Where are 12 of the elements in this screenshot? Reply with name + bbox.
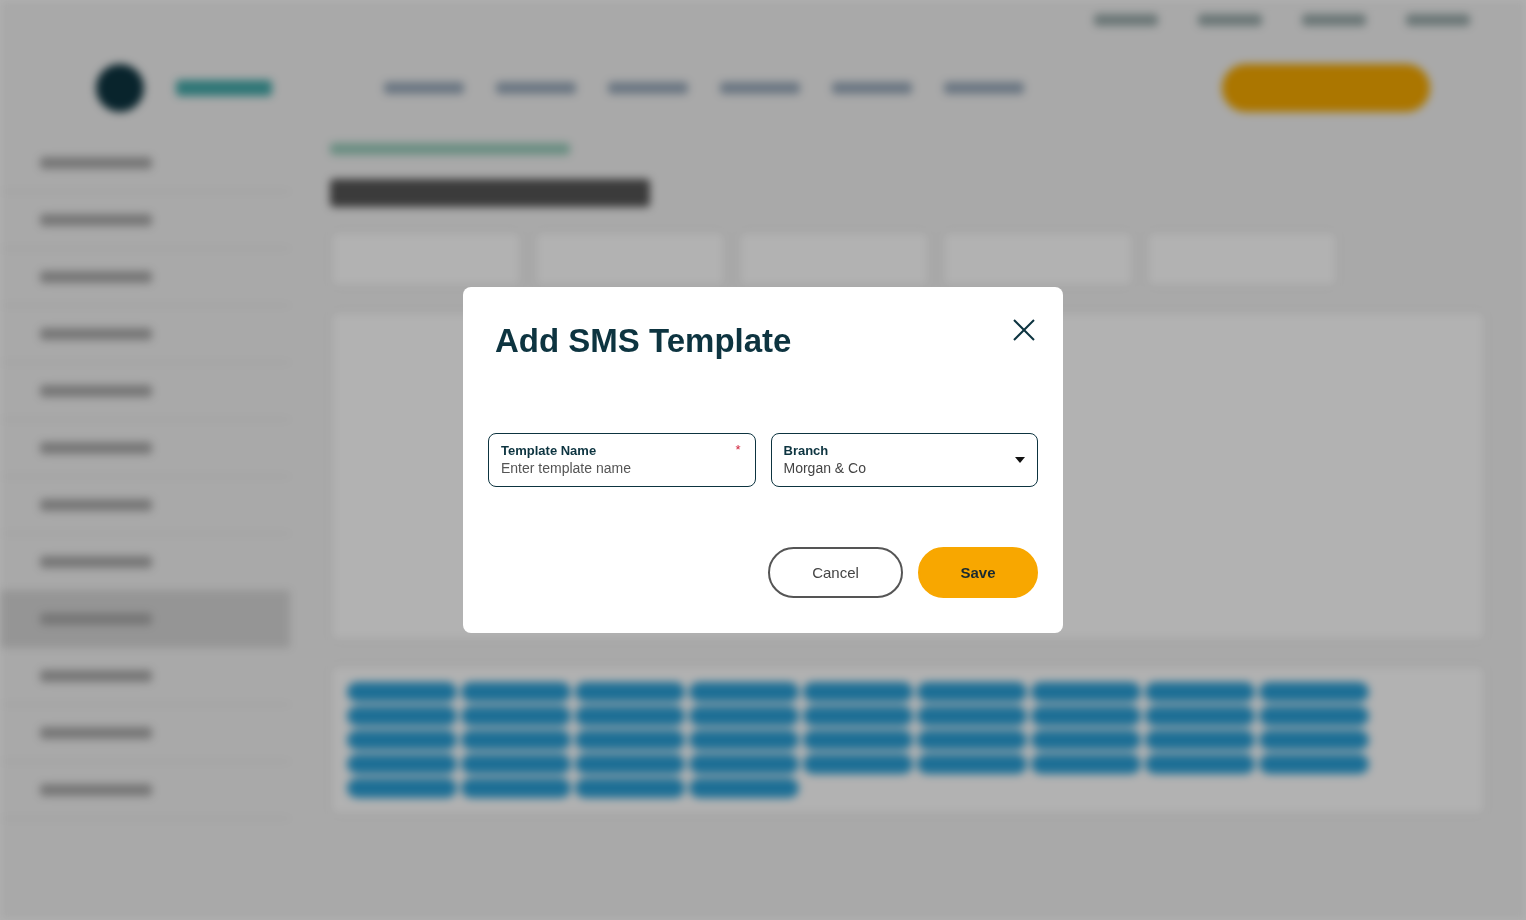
field-label: Branch xyxy=(783,443,829,460)
dialog-title: Add SMS Template xyxy=(495,321,792,361)
text-input[interactable]: Enter template name xyxy=(501,459,682,478)
save-button[interactable]: Save xyxy=(918,547,1038,599)
cancel-button[interactable]: Cancel xyxy=(768,547,903,599)
close-icon[interactable] xyxy=(1012,318,1036,342)
field-value: Morgan & Co xyxy=(783,459,866,478)
field-label: Template Name xyxy=(501,443,597,460)
caret-icon xyxy=(1015,457,1025,464)
branch-select[interactable]: Branch Morgan & Co xyxy=(770,433,1038,488)
required-mark: * xyxy=(735,441,741,460)
input-field-frame[interactable]: Template Name Enter template name * xyxy=(488,433,756,488)
